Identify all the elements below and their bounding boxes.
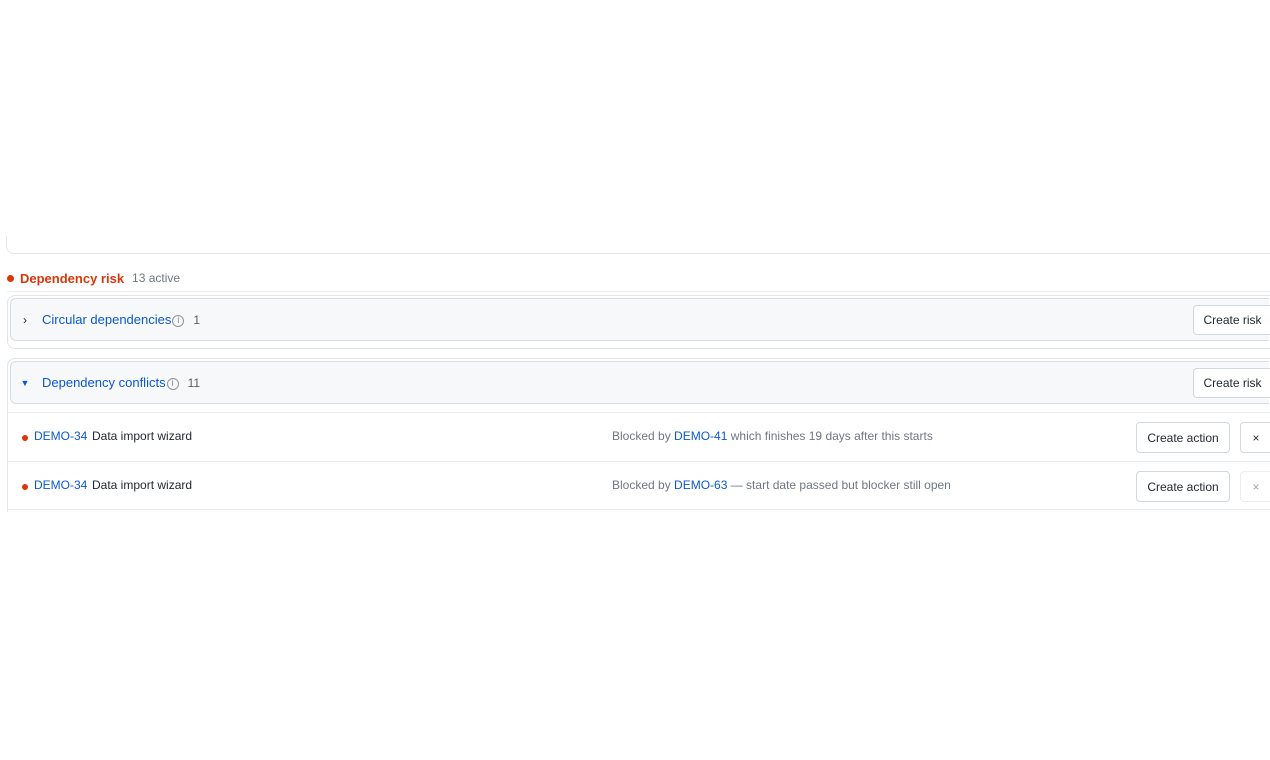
reason-prefix: Blocked by [612,429,675,443]
reason-suffix: which finishes 19 days after this starts [727,429,933,443]
chevron-right-icon[interactable]: › [18,313,32,327]
info-icon[interactable]: i [172,314,185,327]
group-header-dependency-conflicts[interactable]: ▼ Dependency conflicts i 11 Create risk [10,361,1270,404]
info-icon[interactable]: i [166,377,179,390]
create-risk-button[interactable]: Create risk [1193,305,1270,335]
issue-title: Data import wizard [92,478,193,492]
issue-title: Data import wizard [92,429,193,443]
group-title-circular-dependencies[interactable]: Circular dependencies [42,312,171,327]
active-count: 13 active [132,271,181,285]
table-row: DEMO-34 Data import wizard Blocked by DE… [8,412,1270,461]
group-count: 11 [187,375,201,390]
risk-status-dot-icon [7,274,14,282]
section-divider [7,291,1270,292]
triangle-down-icon[interactable]: ▼ [18,378,32,388]
risk-status-dot-icon [22,435,28,441]
group-title-dependency-conflicts[interactable]: Dependency conflicts [42,375,166,390]
dependency-risk-header: Dependency risk 13 active [7,268,180,288]
blocker-key-link[interactable]: DEMO-41 [674,429,727,443]
create-risk-button[interactable]: Create risk [1193,368,1270,398]
dismiss-button[interactable]: × [1240,422,1270,453]
dismiss-button[interactable]: × [1240,471,1270,502]
table-row: DEMO-34 Data import wizard Blocked by DE… [8,461,1270,510]
previous-card-edge [6,236,1270,254]
issue-key-link[interactable]: DEMO-34 [34,478,87,492]
group-circular-dependencies: › Circular dependencies i 1 Create risk [7,295,1270,349]
conflict-rows: DEMO-34 Data import wizard Blocked by DE… [8,412,1270,510]
reason-prefix: Blocked by [612,478,675,492]
conflict-reason: Blocked by DEMO-63 — start date passed b… [612,478,951,492]
create-action-button[interactable]: Create action [1136,471,1230,502]
create-action-button[interactable]: Create action [1136,422,1230,453]
group-count: 1 [193,312,201,327]
section-title: Dependency risk [20,270,125,286]
dependency-risk-page: Dependency risk 13 active › Circular dep… [0,0,1270,760]
reason-suffix: — start date passed but blocker still op… [727,478,951,492]
group-dependency-conflicts: ▼ Dependency conflicts i 11 Create risk … [7,358,1270,512]
issue-key-link[interactable]: DEMO-34 [34,429,87,443]
blocker-key-link[interactable]: DEMO-63 [674,478,727,492]
group-header-circular-dependencies[interactable]: › Circular dependencies i 1 Create risk [10,298,1270,341]
risk-status-dot-icon [22,484,28,490]
conflict-reason: Blocked by DEMO-41 which finishes 19 day… [612,429,933,443]
